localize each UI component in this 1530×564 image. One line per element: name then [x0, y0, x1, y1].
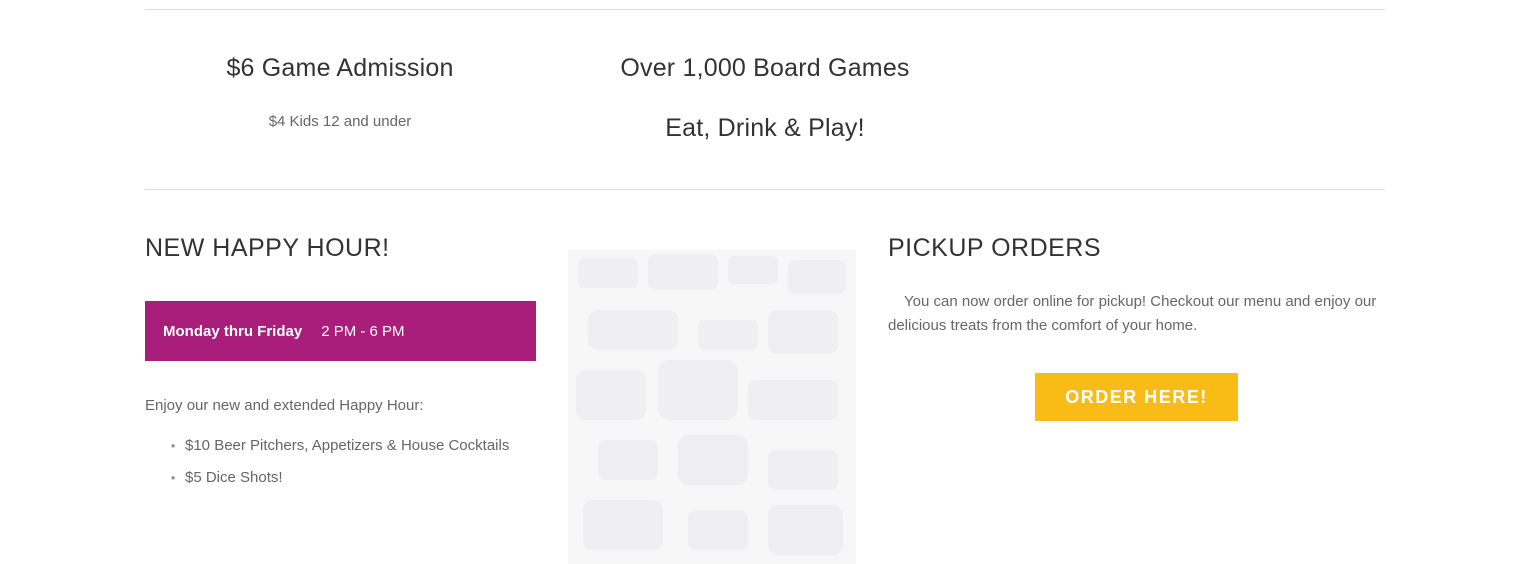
admission-promo: $6 Game Admission $4 Kids 12 and under [145, 52, 535, 132]
happy-hour-list: • $10 Beer Pitchers, Appetizers & House … [145, 434, 535, 498]
games-title: Over 1,000 Board Games [620, 54, 910, 82]
faded-pattern-graphic [576, 254, 846, 555]
bullet-icon: • [171, 471, 176, 485]
happy-hour-title: NEW HAPPY HOUR! [145, 234, 390, 262]
page: $6 Game Admission $4 Kids 12 and under O… [0, 0, 1530, 564]
happy-hour-schedule-bar: Monday thru Friday 2 PM - 6 PM [145, 301, 536, 361]
list-item-text: $10 Beer Pitchers, Appetizers & House Co… [185, 437, 510, 454]
pickup-description: You can now order online for pickup! Che… [888, 293, 1377, 334]
middle-divider [145, 189, 1385, 190]
top-divider [145, 9, 1385, 10]
admission-subtitle: $4 Kids 12 and under [268, 113, 412, 130]
list-item: • $5 Dice Shots! [145, 466, 535, 490]
games-promo: Over 1,000 Board Games Eat, Drink & Play… [565, 52, 965, 144]
list-item: • $10 Beer Pitchers, Appetizers & House … [145, 434, 535, 458]
admission-title: $6 Game Admission [226, 54, 454, 82]
games-subtitle: Eat, Drink & Play! [665, 114, 865, 142]
pickup-orders-title: PICKUP ORDERS [888, 234, 1102, 262]
bullet-icon: • [171, 439, 176, 453]
faded-background-image [568, 250, 856, 564]
happy-hour-intro: Enjoy our new and extended Happy Hour: [145, 397, 424, 414]
order-here-button[interactable]: ORDER HERE! [1035, 373, 1238, 421]
happy-hour-time: 2 PM - 6 PM [321, 322, 405, 340]
list-item-text: $5 Dice Shots! [185, 469, 283, 486]
happy-hour-days: Monday thru Friday [163, 322, 303, 340]
